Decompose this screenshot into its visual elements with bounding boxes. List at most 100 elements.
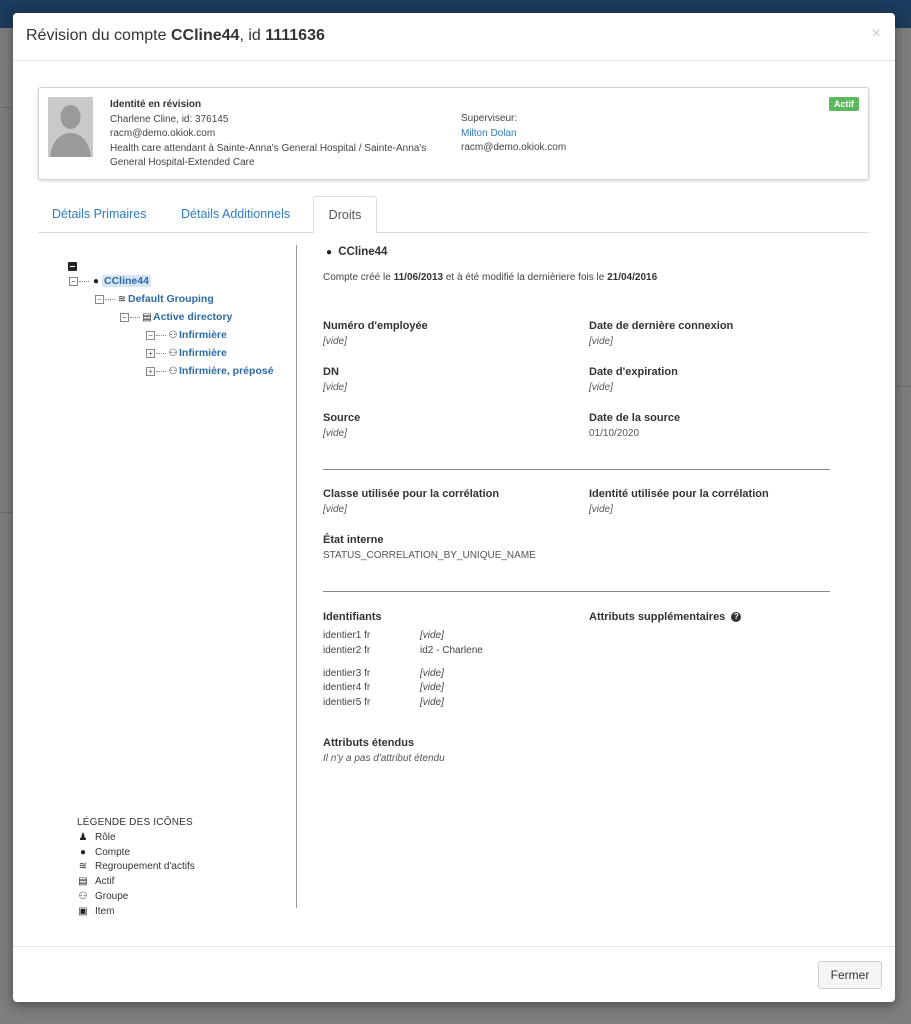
asset-grouping-icon: ≋ — [117, 294, 127, 305]
account-icon: ● — [92, 276, 100, 287]
field-label: DN — [323, 366, 339, 378]
field-internal-state: État interne STATUS_CORRELATION_BY_UNIQUE… — [323, 534, 536, 561]
identifier-row: identier3 fr [vide] — [323, 667, 563, 682]
tree-connector — [156, 370, 166, 372]
collapse-icon[interactable]: − — [146, 330, 155, 340]
field-dn: DN [vide] — [323, 366, 347, 393]
supervisor-link[interactable]: Milton Dolan — [461, 127, 566, 142]
identifier-value: [vide] — [420, 667, 444, 679]
identifier-row: identier5 fr [vide] — [323, 696, 563, 711]
detail-account-name: CCline44 — [338, 246, 388, 258]
identity-position: Health care attendant à Sainte-Anna's Ge… — [110, 142, 427, 169]
supervisor-info: Superviseur: Milton Dolan racm@demo.okio… — [461, 112, 566, 156]
tab-rights[interactable]: Droits — [313, 196, 377, 234]
field-label: Date de dernière connexion — [589, 320, 734, 332]
asset-icon: ▤ — [142, 312, 152, 323]
identifier-value: [vide] — [420, 630, 444, 641]
tab-bar: Détails Primaires Détails Additionnels D… — [38, 196, 869, 234]
icon-legend: LÉGENDE DES ICÔNES ♟ Rôle ● Compte ≋ Regrou… — [77, 816, 195, 920]
legend-item: ⚇ Groupe — [77, 890, 195, 905]
field-source: Source [vide] — [323, 412, 360, 439]
legend-item: ● Compte — [77, 846, 195, 861]
help-icon[interactable]: ? — [731, 612, 742, 623]
legend-title: LÉGENDE DES ICÔNES — [77, 817, 193, 828]
expand-icon[interactable]: + — [146, 366, 155, 376]
legend-item: ▣ Item — [77, 905, 195, 920]
created-date: 11/06/2013 — [393, 272, 444, 283]
title-account-id: 1111636 — [265, 27, 325, 44]
detail-account-title: ● CCline44 — [323, 246, 387, 258]
tree-label-grouping[interactable]: Default Grouping — [128, 293, 214, 305]
group-icon: ⚇ — [78, 890, 88, 902]
tree-connector — [156, 334, 166, 336]
field-label: Attributs étendus — [323, 737, 415, 749]
title-prefix: Révision du compte — [26, 27, 171, 44]
legend-label: Item — [95, 905, 115, 917]
identifiers-list: identier1 fr [vide] identier2 fr id2 - Cha… — [323, 629, 563, 711]
tree-node-group[interactable]: − ⚇ Infirmière — [146, 327, 227, 343]
group-icon: ⚇ — [168, 330, 178, 341]
supervisor-label: Superviseur: — [461, 113, 518, 124]
collapse-icon[interactable]: − — [69, 276, 78, 286]
field-value: [vide] — [323, 382, 347, 393]
field-value: [vide] — [589, 382, 613, 393]
identity-header: Identité en révision — [110, 99, 202, 110]
tree-label-group[interactable]: Infirmière — [179, 347, 227, 359]
role-icon: ♟ — [78, 831, 88, 843]
tree-label-group[interactable]: Infirmière, préposé — [179, 365, 274, 377]
detail-account-dates: Compte créé le 11/06/2013 et à été modif… — [323, 272, 657, 283]
collapse-icon[interactable]: − — [95, 294, 104, 304]
tree-node-group[interactable]: + ⚇ Infirmière, préposé — [146, 363, 274, 379]
field-value: [vide] — [323, 428, 347, 439]
modified-date: 21/04/2016 — [607, 272, 658, 283]
legend-label: Rôle — [95, 831, 116, 843]
field-label: Date d'expiration — [589, 366, 678, 378]
group-icon: ⚇ — [168, 348, 178, 359]
field-last-login: Date de dernière connexion [vide] — [589, 320, 733, 347]
field-label: État interne — [323, 534, 384, 546]
field-label: Date de la source — [589, 412, 681, 424]
tree-node-group[interactable]: + ⚇ Infirmière — [146, 345, 227, 361]
tab-additional-details[interactable]: Détails Additionnels — [167, 196, 304, 233]
field-label: Numéro d'employée — [323, 320, 428, 332]
extra-attributes-label: Attributs supplémentaires — [589, 611, 726, 623]
tree-connector — [105, 298, 115, 300]
tree-label-account[interactable]: CCline44 — [102, 275, 151, 287]
legend-item: ♟ Rôle — [77, 831, 195, 846]
identifier-name: identier5 fr — [323, 697, 371, 709]
identifier-name: identier1 fr — [323, 630, 371, 641]
legend-label: Regroupement d'actifs — [95, 861, 195, 873]
close-button[interactable]: Fermer — [818, 961, 882, 989]
tree-label-group[interactable]: Infirmière — [179, 329, 227, 341]
field-value: [vide] — [323, 336, 347, 347]
tree-node-asset[interactable]: − ▤Active directory — [120, 309, 232, 325]
tab-primary-details[interactable]: Détails Primaires — [38, 196, 160, 233]
tree-node-account[interactable]: − ● CCline44 — [69, 273, 151, 289]
field-value: STATUS_CORRELATION_BY_UNIQUE_NAME — [323, 550, 536, 561]
field-correlation-identity: Identité utilisée pour la corrélation [vi… — [589, 488, 769, 515]
tree-connector — [130, 316, 140, 318]
identity-email: racm@demo.okiok.com — [110, 128, 216, 139]
tree-node-grouping[interactable]: − ≋ Default Grouping — [95, 291, 214, 307]
field-expiration-date: Date d'expiration [vide] — [589, 366, 678, 393]
avatar — [48, 97, 93, 157]
dates-prefix: Compte créé le — [323, 272, 394, 283]
field-value: Il n'y a pas d'attribut étendu — [323, 753, 445, 764]
legend-label: Groupe — [95, 890, 129, 902]
identifier-name: identier4 fr — [323, 682, 371, 694]
tree-label-asset[interactable]: Active directory — [153, 311, 232, 323]
modal-title: Révision du compte CCline44, id 1111636 — [26, 27, 325, 45]
field-label: Source — [323, 412, 361, 424]
background-divider — [0, 107, 13, 108]
identity-name: Charlene Cline, id: 376145 — [110, 113, 229, 125]
group-icon: ⚇ — [168, 366, 178, 377]
expand-icon[interactable]: + — [146, 348, 155, 358]
collapse-all-icon[interactable] — [68, 262, 77, 271]
title-mid: , id — [239, 27, 266, 44]
close-icon[interactable]: × — [872, 25, 881, 43]
field-value: [vide] — [589, 336, 613, 347]
field-correlation-class: Classe utilisée pour la corrélation [vide… — [323, 488, 499, 515]
title-account-name: CCline44 — [170, 27, 240, 44]
field-label: Identifiants — [323, 611, 382, 623]
collapse-icon[interactable]: − — [120, 312, 129, 322]
